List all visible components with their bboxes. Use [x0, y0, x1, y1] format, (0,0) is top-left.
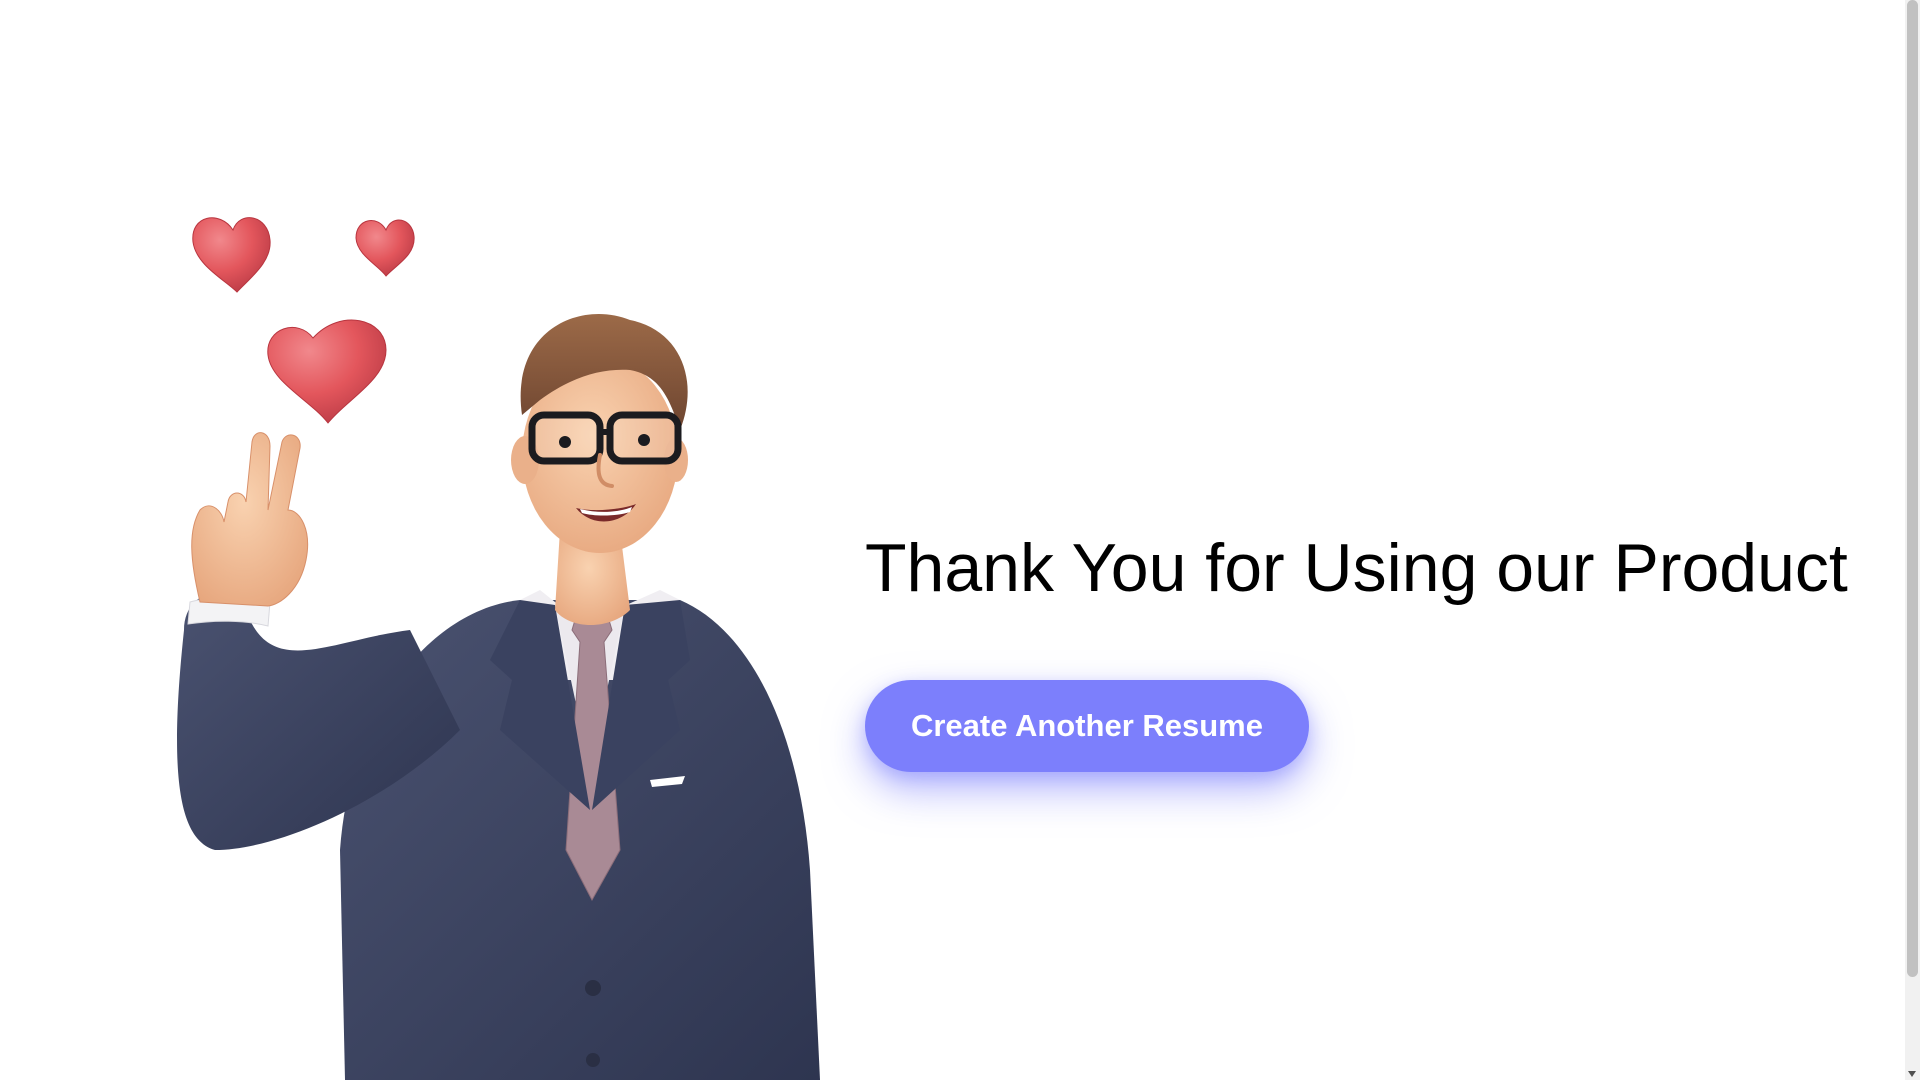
head	[511, 314, 688, 553]
businessman-illustration	[177, 217, 820, 1080]
page-viewport: Thank You for Using our Product Create A…	[0, 0, 1905, 1080]
page-title: Thank You for Using our Product	[865, 530, 1848, 606]
peace-sign-hand	[191, 432, 309, 607]
scrollbar-thumb[interactable]	[1907, 0, 1918, 977]
create-another-resume-button[interactable]: Create Another Resume	[865, 680, 1309, 772]
heart-icon-2	[355, 219, 415, 277]
heart-icon-1	[192, 217, 271, 293]
scroll-down-arrow-icon[interactable]	[1908, 1071, 1916, 1077]
heart-icon-3	[267, 319, 387, 424]
vertical-scrollbar[interactable]	[1905, 0, 1920, 1080]
